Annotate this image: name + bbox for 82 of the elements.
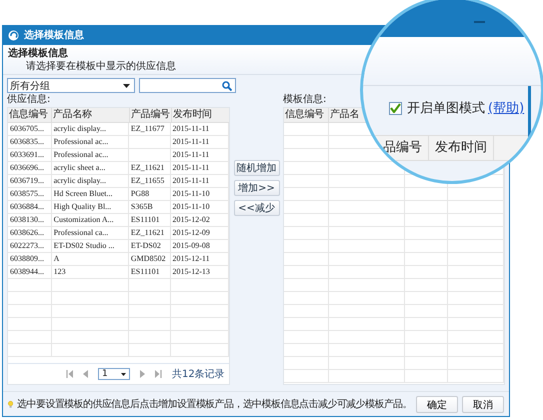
table-cell: acrylic sheet a... (52, 162, 129, 174)
table-cell: 6036705... (8, 123, 52, 135)
table-cell: EZ_11655 (128, 175, 171, 187)
table-cell: 6038944... (8, 266, 52, 278)
header-subtitle: 请选择要在模板中显示的供应信息 (25, 60, 177, 73)
table-cell: 2015-12-11 (170, 253, 229, 265)
move-button[interactable]: <<减少 (234, 200, 280, 216)
table-cell: Hd Screen Bluet... (52, 188, 129, 200)
table-cell: EZ_11677 (128, 123, 171, 135)
dropdown-caret-icon (123, 84, 130, 88)
table-cell: 2015-11-11 (170, 162, 229, 174)
table-cell: EZ_11621 (128, 227, 171, 239)
last-page-icon (155, 370, 162, 378)
table-cell: S365B (128, 201, 171, 213)
table-cell: 6038809... (8, 253, 52, 265)
table-cell: 2015-11-10 (170, 188, 229, 200)
search-icon (222, 80, 232, 90)
table-cell: A (52, 253, 129, 265)
table-cell: ES11101 (128, 214, 171, 226)
column-header[interactable]: 产品名称 (53, 109, 92, 120)
minimize-icon (474, 21, 485, 23)
table-cell: PG88 (128, 188, 171, 200)
table-cell: 6038575... (8, 188, 52, 200)
table-cell: 6022273... (8, 240, 52, 252)
section-label: 供应信息: (7, 93, 52, 107)
table-cell: 6038130... (8, 214, 52, 226)
table-cell: 2015-12-13 (170, 266, 229, 278)
table-cell: Professional ca... (52, 227, 129, 239)
table-cell: High Quality Bl... (52, 201, 129, 213)
table-cell: 6033691... (8, 149, 52, 161)
table-cell: Professional ac... (52, 149, 129, 161)
move-button[interactable]: 随机增加 (234, 160, 280, 176)
previous-page-icon (83, 370, 88, 378)
column-header[interactable]: 发布时间 (173, 109, 212, 120)
table-cell: 2015-12-09 (170, 227, 229, 239)
window-title: 选择模板信息 (24, 28, 84, 42)
dialog-button[interactable]: 取消 (462, 396, 504, 412)
table-cell: Customization A... (52, 214, 129, 226)
table-cell: ES11101 (128, 266, 171, 278)
hint-text: 选中要设置模板的供应信息后点击增加设置模板产品，选中模板信息点击减少可减少模板产品。 (17, 398, 412, 411)
table-cell: 2015-11-11 (170, 123, 229, 135)
table-cell: 2015-12-02 (170, 214, 229, 226)
dialog-button[interactable]: 确定 (416, 396, 458, 412)
column-header[interactable]: 信息编号 (9, 109, 48, 120)
table-cell: Professional ac... (52, 136, 129, 148)
table-cell: 2015-09-08 (170, 240, 229, 252)
table-cell: 6036719... (8, 175, 52, 187)
table-cell: GMD8502 (128, 253, 171, 265)
table-cell: ET-DS02 (128, 240, 171, 252)
table-cell: 6036884... (8, 201, 52, 213)
table-cell: 2015-11-11 (170, 149, 229, 161)
column-header[interactable]: 信息编号 (285, 109, 324, 120)
table-cell: 2015-11-11 (170, 136, 229, 148)
table-cell: acrylic display... (52, 175, 129, 187)
checkbox-label: 开启单图模式 (407, 100, 485, 117)
column-header[interactable]: 产品名 (330, 109, 360, 120)
checkbox[interactable] (389, 102, 402, 114)
dropdown-caret-icon (121, 372, 126, 376)
next-page-icon (140, 370, 145, 378)
record-count: 共12条记录 (172, 368, 225, 381)
column-header[interactable]: 产品编号 (131, 109, 170, 120)
first-page-icon (66, 370, 73, 378)
help-link[interactable]: (帮助) (488, 99, 524, 117)
header-title: 选择模板信息 (8, 47, 69, 60)
table-cell: EZ_11621 (128, 162, 171, 174)
checkmark-icon (390, 103, 401, 113)
move-button[interactable]: 增加>> (234, 180, 280, 196)
section-label: 模板信息: (283, 93, 328, 107)
table-cell: ET-DS02 Studio ... (52, 240, 129, 252)
table-cell: 123 (52, 266, 129, 278)
group-dropdown[interactable]: 所有分组 (7, 78, 135, 93)
search-field[interactable] (139, 78, 236, 93)
table-cell: 6038626... (8, 227, 52, 239)
table-cell: 6036696... (8, 162, 52, 174)
column-header[interactable]: 发布时间 (429, 136, 494, 160)
table-cell: acrylic display... (52, 123, 129, 135)
app-logo-icon (8, 30, 19, 40)
table-cell: 6036835... (8, 136, 52, 148)
table-cell: 2015-11-11 (170, 175, 229, 187)
lightbulb-icon (8, 398, 14, 410)
table-cell: 2015-11-10 (170, 201, 229, 213)
page-dropdown[interactable]: 1 (98, 368, 130, 380)
